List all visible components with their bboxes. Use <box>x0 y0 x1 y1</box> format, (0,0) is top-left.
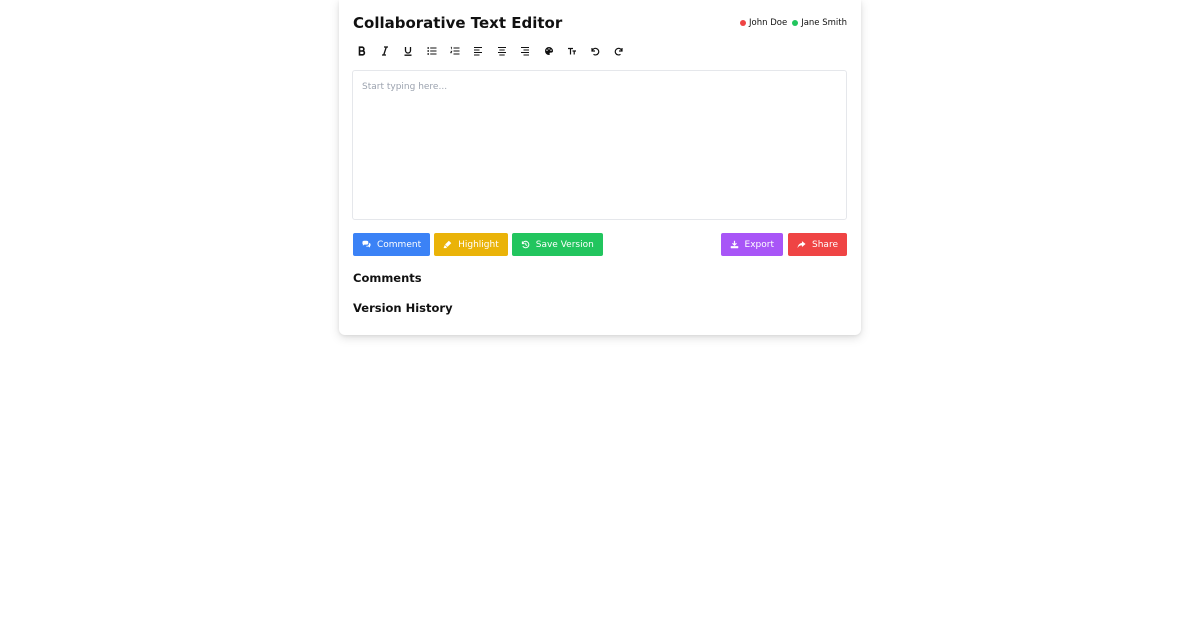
highlight-button[interactable]: Highlight <box>434 233 508 256</box>
formatting-toolbar <box>353 43 634 59</box>
editor-placeholder: Start typing here... <box>362 82 448 92</box>
export-button[interactable]: Export <box>720 233 784 256</box>
version-history-heading: Version History <box>353 301 453 315</box>
align-right-button[interactable] <box>517 43 534 59</box>
align-center-button[interactable] <box>493 43 510 59</box>
share-button-label: Share <box>812 239 838 250</box>
save-version-button[interactable]: Save Version <box>511 233 603 256</box>
text-size-icon <box>568 47 577 55</box>
action-bar: Comment Highlight Save Version Export Sh… <box>353 233 847 256</box>
presence-dot <box>740 20 747 26</box>
italic-button[interactable] <box>376 43 393 59</box>
highlight-button-label: Highlight <box>458 239 499 250</box>
active-users: John Doe Jane Smith <box>735 18 847 28</box>
right-actions: Export Share <box>716 233 847 256</box>
color-button[interactable] <box>540 43 557 59</box>
user-presence-jane-smith: Jane Smith <box>792 18 847 28</box>
comments-heading: Comments <box>353 271 422 285</box>
share-icon <box>797 241 806 249</box>
align-left-button[interactable] <box>470 43 487 59</box>
comment-button-label: Comment <box>377 239 422 250</box>
left-actions: Comment Highlight Save Version <box>353 233 607 256</box>
underline-button[interactable] <box>400 43 417 59</box>
user-name: Jane Smith <box>801 18 847 28</box>
editor-card: Collaborative Text Editor John Doe Jane … <box>339 0 861 335</box>
numbered-list-button[interactable] <box>447 43 464 59</box>
bold-icon <box>358 46 365 56</box>
redo-button[interactable] <box>610 43 627 59</box>
bullet-list-button[interactable] <box>423 43 440 59</box>
redo-icon <box>614 47 623 56</box>
user-name: John Doe <box>749 18 788 28</box>
history-icon <box>521 240 530 249</box>
text-size-button[interactable] <box>564 43 581 59</box>
underline-icon <box>404 47 412 56</box>
comment-button[interactable]: Comment <box>353 233 431 256</box>
comments-icon <box>362 240 371 248</box>
bold-button[interactable] <box>353 43 370 59</box>
align-left-icon <box>474 47 483 56</box>
align-right-icon <box>521 47 530 56</box>
text-editor-area[interactable]: Start typing here... <box>352 70 847 220</box>
user-presence-john-doe: John Doe <box>740 18 787 28</box>
download-icon <box>730 240 738 249</box>
share-button[interactable]: Share <box>788 233 847 256</box>
save-version-button-label: Save Version <box>535 239 594 250</box>
export-button-label: Export <box>744 239 775 250</box>
palette-icon <box>544 46 553 55</box>
presence-dot <box>792 20 799 26</box>
italic-icon <box>381 46 388 56</box>
numbered-list-icon <box>450 46 460 55</box>
page-title: Collaborative Text Editor <box>353 14 563 32</box>
align-center-icon <box>497 47 506 56</box>
highlighter-icon <box>443 240 452 249</box>
bullet-list-icon <box>426 47 437 55</box>
undo-button[interactable] <box>587 43 604 59</box>
undo-icon <box>591 47 600 56</box>
